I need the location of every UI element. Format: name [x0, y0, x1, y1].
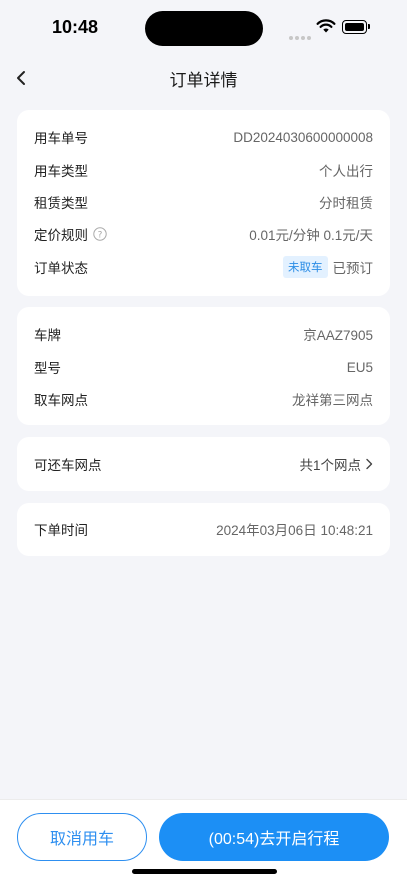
- status-bar: 10:48: [0, 0, 407, 56]
- plate-label: 车牌: [34, 328, 61, 343]
- car-use-type-label: 用车类型: [34, 164, 88, 179]
- model-label: 型号: [34, 361, 61, 376]
- order-number-value: DD2024030600000008: [233, 129, 373, 145]
- car-use-type-value: 个人出行: [319, 164, 373, 179]
- return-points-value: 共1个网点: [299, 458, 361, 473]
- order-number-row: 用车单号 DD2024030600000008: [34, 126, 373, 148]
- return-points-value-group: 共1个网点: [299, 454, 373, 474]
- order-number-label: 用车单号: [34, 131, 88, 146]
- start-trip-button[interactable]: (00:54)去开启行程: [159, 813, 389, 861]
- pickup-point-value: 龙祥第三网点: [292, 393, 373, 408]
- rental-type-row: 租赁类型 分时租赁: [34, 191, 373, 213]
- order-time-card: 下单时间 2024年03月06日 10:48:21: [17, 503, 390, 556]
- order-time-label: 下单时间: [34, 523, 88, 538]
- rental-type-value: 分时租赁: [319, 196, 373, 211]
- car-info-card: 车牌 京AAZ7905 型号 EU5 取车网点 龙祥第三网点: [17, 307, 390, 425]
- return-points-label: 可还车网点: [34, 458, 102, 473]
- cancel-booking-button[interactable]: 取消用车: [17, 813, 147, 861]
- return-points-row[interactable]: 可还车网点 共1个网点: [34, 453, 373, 475]
- pricing-rule-label: 定价规则: [34, 228, 88, 243]
- rental-type-label: 租赁类型: [34, 196, 88, 211]
- order-status-value: 已预订: [332, 261, 374, 276]
- chevron-right-icon: [366, 458, 373, 470]
- return-points-card[interactable]: 可还车网点 共1个网点: [17, 437, 390, 491]
- pricing-rule-label-group: 定价规则 ?: [34, 224, 107, 244]
- status-badge: 未取车: [283, 256, 328, 278]
- order-status-label: 订单状态: [34, 261, 88, 276]
- plate-value: 京AAZ7905: [303, 328, 373, 343]
- car-use-type-row: 用车类型 个人出行: [34, 159, 373, 181]
- page-title: 订单详情: [169, 71, 238, 90]
- wifi-icon: [316, 19, 336, 33]
- order-status-row: 订单状态 未取车 已预订: [34, 256, 373, 278]
- order-time-value: 2024年03月06日 10:48:21: [216, 523, 373, 538]
- navigation-bar: 订单详情: [0, 56, 407, 100]
- pickup-point-label: 取车网点: [34, 393, 88, 408]
- svg-text:?: ?: [98, 230, 103, 240]
- model-value: EU5: [346, 359, 373, 375]
- order-status-value-group: 未取车 已预订: [283, 256, 373, 278]
- pricing-rule-value: 0.01元/分钟 0.1元/天: [249, 228, 373, 243]
- status-time: 10:48: [52, 17, 99, 37]
- home-indicator: [132, 869, 277, 874]
- dynamic-island: [145, 11, 263, 46]
- question-mark-icon[interactable]: ?: [93, 227, 107, 241]
- battery-icon: [342, 20, 371, 34]
- order-info-card: 用车单号 DD2024030600000008 用车类型 个人出行 租赁类型 分…: [17, 110, 390, 296]
- model-row: 型号 EU5: [34, 356, 373, 378]
- plate-row: 车牌 京AAZ7905: [34, 323, 373, 345]
- pickup-point-row: 取车网点 龙祥第三网点: [34, 388, 373, 410]
- cellular-signal-icon: [289, 27, 313, 45]
- order-time-row: 下单时间 2024年03月06日 10:48:21: [34, 518, 373, 540]
- pricing-rule-row: 定价规则 ? 0.01元/分钟 0.1元/天: [34, 223, 373, 245]
